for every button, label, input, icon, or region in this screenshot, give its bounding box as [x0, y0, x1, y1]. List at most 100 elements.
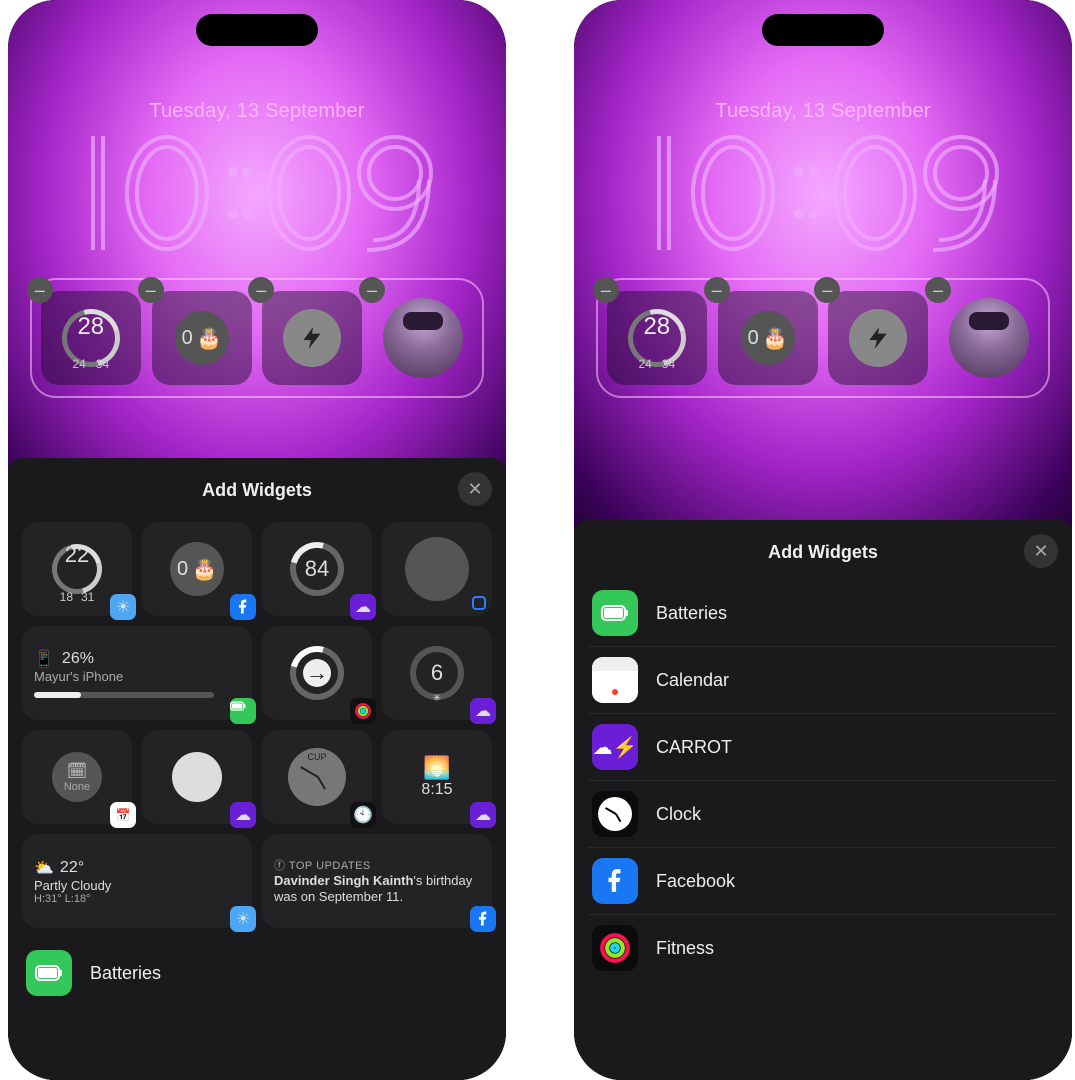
batteries-app-icon: [26, 950, 72, 996]
bolt-icon: [849, 309, 907, 367]
hi-lo: H:31° L:18°: [34, 893, 91, 905]
sun-icon: ✳: [433, 693, 441, 704]
calendar-icon: 🗓: [67, 761, 87, 781]
slot-weather-temp: 28: [41, 313, 141, 341]
sunrise-icon: 🌅: [423, 755, 450, 781]
lockscreen-time[interactable]: [574, 118, 1072, 268]
widget-slot-row: – 28 24 34 – 0 🎂 – –: [30, 278, 484, 398]
close-button[interactable]: ✕: [458, 472, 492, 506]
slot-bolt[interactable]: –: [828, 291, 928, 385]
bolt-icon: [283, 309, 341, 367]
person-name: Davinder Singh Kainth: [274, 873, 413, 888]
remove-icon[interactable]: –: [359, 277, 385, 303]
widget-suggestion-none[interactable]: 🗓 None 📅: [22, 730, 132, 824]
app-label: Calendar: [656, 670, 729, 691]
fb-app-icon: [592, 858, 638, 904]
lockscreen-time[interactable]: [8, 118, 506, 268]
device-name: Mayur's iPhone: [34, 669, 123, 684]
app-row-carrot[interactable]: ☁⚡ CARROT: [588, 714, 1058, 781]
battery-bar: [34, 692, 214, 698]
app-row-batteries[interactable]: Batteries: [588, 580, 1058, 647]
cake-icon: 🎂: [192, 557, 217, 582]
slot-weather-high: 34: [96, 357, 109, 371]
sunrise-time: 8:15: [421, 781, 452, 799]
app-row-fitness[interactable]: Fitness: [588, 915, 1058, 981]
clock-app-icon: [592, 791, 638, 837]
battery-app-icon: [592, 590, 638, 636]
cake-icon: 🎂: [197, 326, 222, 351]
facebook-app-icon: [230, 594, 256, 620]
app-label: Batteries: [656, 603, 727, 624]
remove-icon[interactable]: –: [138, 277, 164, 303]
app-row-calendar[interactable]: Calendar: [588, 647, 1058, 714]
carrot-app-icon: ☁: [350, 594, 376, 620]
none-label: None: [64, 781, 90, 793]
widget-suggestion-sunrise[interactable]: 🌅 8:15 ☁: [382, 730, 492, 824]
sheet-title: Add Widgets: [768, 542, 878, 563]
remove-icon[interactable]: –: [248, 277, 274, 303]
avatar-photo: [949, 298, 1029, 378]
remove-icon[interactable]: –: [593, 277, 619, 303]
widget-slot-row: – 28 24 34 – 0 🎂 – –: [596, 278, 1050, 398]
slot-avatar[interactable]: –: [939, 291, 1039, 385]
slot-weather[interactable]: – 28 24 34: [41, 291, 141, 385]
carrot-app-icon: ☁⚡: [592, 724, 638, 770]
suggestions-grid: 22 18 31 ☀ 0 🎂 84 ☁: [22, 522, 492, 928]
cake-count: 0 🎂: [175, 311, 229, 365]
app-label: Facebook: [656, 871, 735, 892]
widget-suggestion-num-ring[interactable]: 6 ✳ ☁: [382, 626, 492, 720]
widget-suggestion-dot[interactable]: ☁: [142, 730, 252, 824]
blank-circle-icon: [405, 537, 469, 601]
app-row-facebook[interactable]: Facebook: [588, 848, 1058, 915]
widget-suggestion-clock[interactable]: CUP 🕙: [262, 730, 372, 824]
add-widgets-sheet: Add Widgets ✕ Batteries Calendar ☁⚡ CARR…: [574, 520, 1072, 1080]
arrow-icon: →: [303, 659, 331, 687]
carrot-app-icon: ☁: [230, 802, 256, 828]
batteries-app-icon: [230, 698, 256, 724]
phone-right: Tuesday, 13 September – 28 24 34: [574, 0, 1072, 1080]
app-label: Batteries: [90, 963, 161, 984]
widget-suggestion-arrow-ring[interactable]: →: [262, 626, 372, 720]
slot-avatar[interactable]: –: [373, 291, 473, 385]
gauge-value: 84: [305, 556, 329, 582]
dynamic-island: [762, 14, 884, 46]
cake-icon: 🎂: [763, 326, 788, 351]
widget-suggestion-battery[interactable]: 📱 26% Mayur's iPhone: [22, 626, 252, 720]
slot-weather[interactable]: – 28 24 34: [607, 291, 707, 385]
weather-app-icon: ☀: [110, 594, 136, 620]
widget-suggestion-weather[interactable]: 22 18 31 ☀: [22, 522, 132, 616]
app-row-clock[interactable]: Clock: [588, 781, 1058, 848]
slot-birthday[interactable]: – 0 🎂: [152, 291, 252, 385]
calendar-app-icon: 📅: [110, 802, 136, 828]
app-row-batteries[interactable]: Batteries: [22, 940, 492, 1006]
app-label: Clock: [656, 804, 701, 825]
add-widgets-sheet: Add Widgets ✕ 22 18 31 ☀ 0 🎂: [8, 458, 506, 1080]
selection-box-icon: [472, 596, 486, 610]
widget-suggestion-blank[interactable]: [382, 522, 492, 616]
slot-birthday[interactable]: – 0 🎂: [718, 291, 818, 385]
widget-suggestion-gauge[interactable]: 84 ☁: [262, 522, 372, 616]
fitness-app-icon: [350, 698, 376, 724]
remove-icon[interactable]: –: [704, 277, 730, 303]
updates-header: TOP UPDATES: [289, 860, 371, 872]
widget-suggestion-fb-updates[interactable]: ⓕ TOP UPDATES Davinder Singh Kainth's bi…: [262, 834, 492, 928]
clock-label: CUP: [288, 752, 346, 762]
remove-icon[interactable]: –: [925, 277, 951, 303]
cal-app-icon: [592, 657, 638, 703]
app-label: Fitness: [656, 938, 714, 959]
carrot-app-icon: ☁: [470, 802, 496, 828]
clock-face-icon: CUP: [288, 748, 346, 806]
remove-icon[interactable]: –: [814, 277, 840, 303]
close-button[interactable]: ✕: [1024, 534, 1058, 568]
facebook-app-icon: [470, 906, 496, 932]
avatar-photo: [383, 298, 463, 378]
app-list: Batteries Calendar ☁⚡ CARROT Clock Faceb…: [588, 580, 1058, 981]
cloud-icon: ⛅: [34, 858, 54, 878]
widget-suggestion-birthday[interactable]: 0 🎂: [142, 522, 252, 616]
slot-bolt[interactable]: –: [262, 291, 362, 385]
fitness-app-icon: [592, 925, 638, 971]
weather-app-icon: ☀: [230, 906, 256, 932]
remove-icon[interactable]: –: [27, 277, 53, 303]
widget-suggestion-weather-wide[interactable]: ⛅ 22° Partly Cloudy H:31° L:18° ☀: [22, 834, 252, 928]
sheet-title: Add Widgets: [202, 480, 312, 501]
